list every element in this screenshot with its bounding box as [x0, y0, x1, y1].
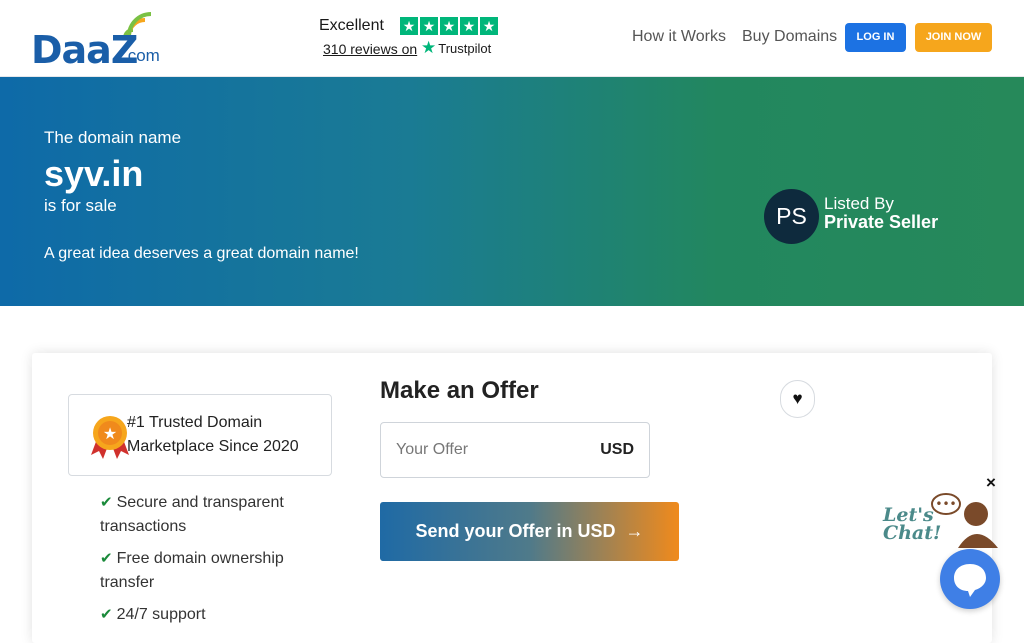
- trustpilot-widget[interactable]: Excellent ★ ★ ★ ★ ★ 310 reviews on ★ Tru…: [319, 17, 499, 61]
- chat-agent-icon[interactable]: •••: [928, 490, 1004, 550]
- chat-bubble-icon: [954, 564, 986, 597]
- logo-suffix: .com: [123, 46, 160, 65]
- offer-amount-input[interactable]: Your Offer USD: [380, 422, 650, 478]
- trustpilot-reviews-link[interactable]: 310 reviews on: [323, 41, 417, 57]
- send-offer-button[interactable]: Send your Offer in USD →: [380, 502, 679, 561]
- hero-pre-label: The domain name: [44, 128, 182, 147]
- star-icon: ★: [420, 17, 438, 35]
- logo-wordmark: DaaZ: [31, 28, 138, 72]
- feature-text: Secure and transparent transactions: [100, 494, 284, 535]
- star-icon: ★: [440, 17, 458, 35]
- check-icon: ✔: [100, 550, 113, 567]
- login-button[interactable]: LOG IN: [845, 23, 906, 52]
- feature-item: ✔ 24/7 support: [100, 603, 330, 627]
- trust-badge-text: #1 Trusted Domain Marketplace Since 2020: [127, 414, 299, 455]
- svg-text:★: ★: [103, 424, 117, 443]
- site-header: DaaZ .com Excellent ★ ★ ★ ★ ★ 310 review…: [0, 0, 1024, 77]
- trustpilot-stars: ★ ★ ★ ★ ★: [400, 17, 498, 35]
- award-medal-icon: ★: [91, 416, 129, 459]
- trustpilot-brand: ★ Trustpilot: [421, 38, 492, 57]
- feature-text: 24/7 support: [116, 606, 206, 623]
- favorite-button[interactable]: ♥: [780, 380, 815, 418]
- check-icon: ✔: [100, 494, 113, 511]
- nav-how-it-works[interactable]: How it Works: [632, 28, 726, 46]
- hero-banner: The domain name syv.in is for sale A gre…: [0, 77, 1024, 306]
- nav-buy-domains[interactable]: Buy Domains: [742, 28, 837, 46]
- feature-text: Free domain ownership transfer: [100, 550, 284, 591]
- trustpilot-rating-label: Excellent: [319, 17, 384, 34]
- trustpilot-star-icon: ★: [421, 38, 437, 57]
- seller-listed-label: Listed By: [824, 194, 894, 213]
- currency-label: USD: [600, 441, 634, 458]
- seller-avatar: PS: [764, 189, 819, 244]
- offer-placeholder: Your Offer: [396, 441, 469, 458]
- star-icon: ★: [480, 17, 498, 35]
- offer-title: Make an Offer: [380, 377, 539, 404]
- hero-tagline: A great idea deserves a great domain nam…: [44, 245, 359, 262]
- offer-card: ★ #1 Trusted Domain Marketplace Since 20…: [32, 353, 992, 643]
- chat-close-icon[interactable]: ×: [984, 474, 998, 491]
- feature-item: ✔ Secure and transparent transactions: [100, 491, 330, 539]
- check-icon: ✔: [100, 606, 113, 623]
- daaz-logo[interactable]: DaaZ .com: [31, 12, 181, 72]
- join-button[interactable]: JOIN NOW: [915, 23, 992, 52]
- star-icon: ★: [460, 17, 478, 35]
- svg-text:•••: •••: [935, 497, 956, 511]
- feature-item: ✔ Free domain ownership transfer: [100, 547, 330, 595]
- sale-status: is for sale: [44, 196, 117, 215]
- trust-badge: ★ #1 Trusted Domain Marketplace Since 20…: [68, 394, 332, 476]
- heart-icon: ♥: [792, 389, 803, 408]
- arrow-right-icon: →: [620, 521, 644, 541]
- chat-launcher-button[interactable]: [940, 549, 1000, 609]
- trustpilot-brand-label: Trustpilot: [438, 40, 492, 56]
- domain-name: syv.in: [44, 153, 144, 194]
- star-icon: ★: [400, 17, 418, 35]
- send-offer-label: Send your Offer in USD: [415, 521, 616, 541]
- seller-name: Private Seller: [824, 212, 939, 232]
